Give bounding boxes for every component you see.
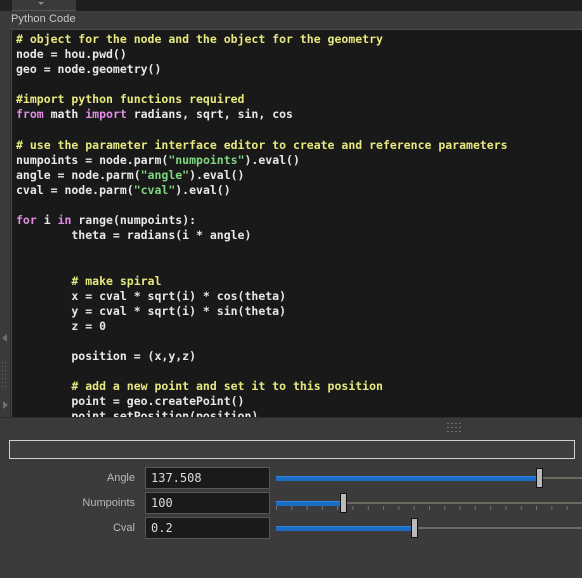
node-path-input[interactable]	[9, 440, 575, 459]
code-token-kw: from	[16, 107, 44, 122]
parameter-slider-angle[interactable]	[276, 467, 582, 489]
left-splitter-rail[interactable]	[0, 29, 11, 417]
code-token-str: "numpoints"	[168, 152, 245, 167]
code-token-cmt: # add a new point and set it to this pos…	[16, 379, 383, 394]
page-title: Python Code	[11, 13, 76, 25]
code-token-cmt: #import python functions required	[16, 92, 245, 107]
parameter-input-cval[interactable]	[145, 517, 270, 539]
parameter-label-numpoints: Numpoints	[82, 497, 135, 509]
code-token-pln: ).eval()	[244, 152, 300, 167]
code-token-pln: point = geo.createPoint()	[16, 394, 245, 409]
code-token-cmt: # use the parameter interface editor to …	[16, 137, 508, 152]
parameter-label-angle: Angle	[106, 472, 135, 484]
code-token-pln: numpoints = node.parm(	[16, 152, 169, 167]
slider-handle[interactable]	[410, 518, 418, 538]
parameter-slider-cval[interactable]	[276, 517, 582, 539]
parameter-rows: Angle Numpoints Cval	[0, 467, 582, 542]
slider-ticks	[276, 506, 582, 510]
code-token-pln: z = 0	[16, 318, 107, 333]
parameter-slider-numpoints[interactable]	[276, 492, 582, 514]
code-token-pln: ).eval()	[189, 167, 245, 182]
panel-header: Python Code	[0, 11, 582, 30]
caret-down-icon	[38, 2, 44, 5]
code-token-pln: geo = node.geometry()	[16, 62, 162, 77]
parameter-input-angle[interactable]	[145, 467, 270, 489]
parameter-label-cval: Cval	[112, 522, 135, 534]
parameter-input-numpoints[interactable]	[145, 492, 270, 514]
slider-fill	[276, 476, 540, 481]
slider-fill	[276, 501, 344, 506]
code-token-pln: math	[43, 107, 86, 122]
code-token-kw: for	[16, 213, 37, 228]
tab-strip-filler	[76, 0, 582, 11]
code-token-pln: cval = node.parm(	[16, 182, 134, 197]
code-token-kw: import	[85, 107, 127, 122]
parameter-row: Angle	[0, 467, 582, 492]
tab-active[interactable]	[12, 0, 76, 11]
code-token-pln: range(numpoints):	[71, 213, 197, 228]
code-token-cmt: # make spiral	[16, 273, 162, 288]
slider-fill	[276, 526, 414, 531]
code-token-pln: theta = radians(i * angle)	[16, 228, 252, 243]
splitter-grip-handle[interactable]	[2, 362, 8, 390]
parameter-row: Cval	[0, 517, 582, 542]
code-token-pln: ).eval()	[175, 182, 231, 197]
code-token-cmt: # object for the node and the object for…	[16, 32, 383, 46]
code-token-pln: radians, sqrt, sin, cos	[126, 107, 293, 122]
code-token-kw: in	[57, 213, 72, 228]
code-text[interactable]: # object for the node and the object for…	[16, 32, 508, 418]
collapse-left-arrow-icon[interactable]	[2, 334, 7, 342]
slider-handle[interactable]	[340, 493, 348, 513]
code-token-pln: i	[36, 213, 58, 228]
code-token-str: "cval"	[133, 182, 176, 197]
code-token-pln: x = cval * sqrt(i) * cos(theta)	[16, 288, 287, 303]
code-token-pln: node = hou.pwd()	[16, 47, 127, 62]
code-token-pln: y = cval * sqrt(i) * sin(theta)	[16, 303, 287, 318]
parameter-row: Numpoints	[0, 492, 582, 517]
code-token-pln: angle = node.parm(	[16, 167, 141, 182]
parameter-pane: Angle Numpoints Cval	[0, 436, 582, 578]
code-token-str: "angle"	[140, 167, 190, 182]
window-tab-strip	[0, 0, 582, 11]
horizontal-splitter[interactable]	[0, 417, 582, 438]
code-token-pln: position = (x,y,z)	[16, 348, 197, 363]
expand-right-arrow-icon[interactable]	[3, 401, 8, 409]
horizontal-splitter-grip-icon[interactable]	[447, 423, 461, 432]
slider-handle[interactable]	[536, 468, 544, 488]
python-code-editor[interactable]: # object for the node and the object for…	[11, 29, 582, 418]
